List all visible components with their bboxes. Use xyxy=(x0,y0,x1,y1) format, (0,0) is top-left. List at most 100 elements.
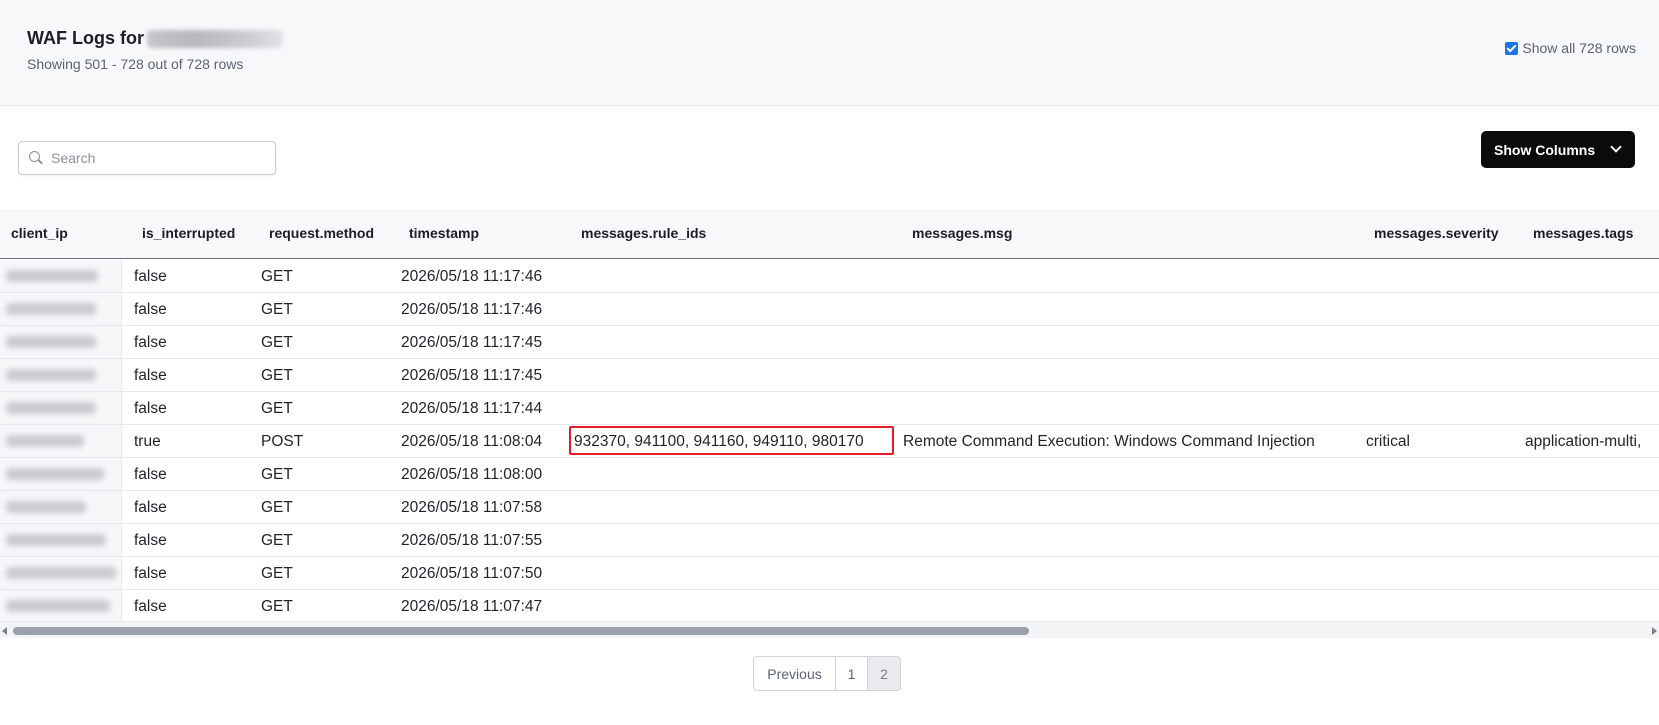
cell-timestamp: 2026/05/18 11:17:45 xyxy=(401,367,543,384)
cell-is-interrupted: false xyxy=(134,598,167,615)
cell-is-interrupted: false xyxy=(134,367,167,384)
table-row[interactable]: false GET 2026/05/18 11:07:50 xyxy=(0,557,1659,590)
pagination: Previous 1 2 xyxy=(753,656,901,691)
column-header-request-method[interactable]: request.method xyxy=(269,225,374,241)
show-all-label: Show all 728 rows xyxy=(1522,40,1636,56)
client-ip-cell-redacted xyxy=(0,590,122,622)
redacted-ip xyxy=(6,435,84,447)
page-2-button[interactable]: 2 xyxy=(868,657,900,690)
cell-method: GET xyxy=(261,301,293,318)
scrollbar-thumb[interactable] xyxy=(13,627,1029,635)
redacted-ip xyxy=(6,501,86,513)
redacted-ip xyxy=(6,270,98,282)
cell-rule-ids: 932370, 941100, 941160, 949110, 980170 xyxy=(574,433,864,450)
cell-is-interrupted: false xyxy=(134,400,167,417)
client-ip-cell-redacted xyxy=(0,458,122,490)
cell-is-interrupted: false xyxy=(134,466,167,483)
table-row[interactable]: true POST 2026/05/18 11:08:04 932370, 94110… xyxy=(0,425,1659,458)
cell-timestamp: 2026/05/18 11:08:00 xyxy=(401,466,543,483)
table-row[interactable]: false GET 2026/05/18 11:07:58 xyxy=(0,491,1659,524)
page-1-button[interactable]: 1 xyxy=(836,657,868,690)
cell-tags: application-multi, xyxy=(1525,433,1642,450)
cell-is-interrupted: false xyxy=(134,532,167,549)
cell-method: GET xyxy=(261,268,293,285)
table-row[interactable]: false GET 2026/05/18 11:08:00 xyxy=(0,458,1659,491)
client-ip-cell-redacted xyxy=(0,524,122,556)
search-input[interactable] xyxy=(51,150,251,166)
cell-is-interrupted: true xyxy=(134,433,161,450)
redacted-ip xyxy=(6,402,96,414)
table-header: client_ip is_interrupted request.method … xyxy=(0,209,1659,259)
column-header-is-interrupted[interactable]: is_interrupted xyxy=(142,225,235,241)
column-header-client-ip[interactable]: client_ip xyxy=(11,225,68,241)
scroll-left-arrow-icon[interactable] xyxy=(2,627,7,635)
cell-timestamp: 2026/05/18 11:07:50 xyxy=(401,565,543,582)
cell-method: GET xyxy=(261,565,293,582)
client-ip-cell-redacted xyxy=(0,491,122,523)
cell-method: GET xyxy=(261,499,293,516)
search-icon xyxy=(29,151,43,165)
cell-timestamp: 2026/05/18 11:07:47 xyxy=(401,598,543,615)
show-columns-button[interactable]: Show Columns xyxy=(1481,131,1635,168)
cell-is-interrupted: false xyxy=(134,499,167,516)
cell-method: GET xyxy=(261,598,293,615)
show-columns-label: Show Columns xyxy=(1494,141,1596,158)
cell-method: GET xyxy=(261,367,293,384)
client-ip-cell-redacted xyxy=(0,359,122,391)
cell-is-interrupted: false xyxy=(134,268,167,285)
cell-is-interrupted: false xyxy=(134,334,167,351)
show-all-checkbox[interactable] xyxy=(1505,41,1519,55)
table-row[interactable]: false GET 2026/05/18 11:17:45 xyxy=(0,359,1659,392)
redacted-ip xyxy=(6,567,116,579)
redacted-ip xyxy=(6,600,110,612)
redacted-ip xyxy=(6,303,96,315)
table-row[interactable]: false GET 2026/05/18 11:17:46 xyxy=(0,260,1659,293)
table-row[interactable]: false GET 2026/05/18 11:17:45 xyxy=(0,326,1659,359)
horizontal-scrollbar[interactable] xyxy=(0,621,1659,638)
cell-msg: Remote Command Execution: Windows Comman… xyxy=(903,433,1315,450)
cell-timestamp: 2026/05/18 11:07:58 xyxy=(401,499,543,516)
search-box[interactable] xyxy=(18,141,276,175)
client-ip-cell-redacted xyxy=(0,425,122,457)
cell-method: GET xyxy=(261,466,293,483)
cell-timestamp: 2026/05/18 11:17:45 xyxy=(401,334,543,351)
column-header-msg[interactable]: messages.msg xyxy=(912,225,1012,241)
previous-page-button[interactable]: Previous xyxy=(754,657,836,690)
logs-table: client_ip is_interrupted request.method … xyxy=(0,209,1659,623)
client-ip-cell-redacted xyxy=(0,260,122,292)
redacted-domain xyxy=(146,29,283,48)
title-row: WAF Logs for xyxy=(27,28,283,49)
client-ip-cell-redacted xyxy=(0,557,122,589)
cell-timestamp: 2026/05/18 11:08:04 xyxy=(401,433,543,450)
column-header-tags[interactable]: messages.tags xyxy=(1533,225,1633,241)
page-title: WAF Logs for xyxy=(27,28,144,48)
show-all-rows-toggle[interactable]: Show all 728 rows xyxy=(1505,40,1636,56)
table-row[interactable]: false GET 2026/05/18 11:07:47 xyxy=(0,590,1659,623)
redacted-ip xyxy=(6,534,106,546)
cell-timestamp: 2026/05/18 11:07:55 xyxy=(401,532,543,549)
cell-severity: critical xyxy=(1366,433,1410,450)
client-ip-cell-redacted xyxy=(0,293,122,325)
cell-timestamp: 2026/05/18 11:17:46 xyxy=(401,268,543,285)
row-count-summary: Showing 501 - 728 out of 728 rows xyxy=(27,56,244,72)
scroll-right-arrow-icon[interactable] xyxy=(1652,627,1657,635)
page-header: WAF Logs for Showing 501 - 728 out of 72… xyxy=(0,0,1659,106)
client-ip-cell-redacted xyxy=(0,392,122,424)
table-row[interactable]: false GET 2026/05/18 11:07:55 xyxy=(0,524,1659,557)
client-ip-cell-redacted xyxy=(0,326,122,358)
column-header-timestamp[interactable]: timestamp xyxy=(409,225,479,241)
redacted-ip xyxy=(6,336,96,348)
cell-method: GET xyxy=(261,334,293,351)
column-header-severity[interactable]: messages.severity xyxy=(1374,225,1499,241)
column-header-rule-ids[interactable]: messages.rule_ids xyxy=(581,225,706,241)
redacted-ip xyxy=(6,468,104,480)
cell-method: GET xyxy=(261,532,293,549)
cell-is-interrupted: false xyxy=(134,301,167,318)
cell-method: POST xyxy=(261,433,304,450)
redacted-ip xyxy=(6,369,96,381)
table-row[interactable]: false GET 2026/05/18 11:17:44 xyxy=(0,392,1659,425)
table-row[interactable]: false GET 2026/05/18 11:17:46 xyxy=(0,293,1659,326)
cell-timestamp: 2026/05/18 11:17:44 xyxy=(401,400,543,417)
cell-is-interrupted: false xyxy=(134,565,167,582)
chevron-down-icon xyxy=(1610,141,1622,153)
